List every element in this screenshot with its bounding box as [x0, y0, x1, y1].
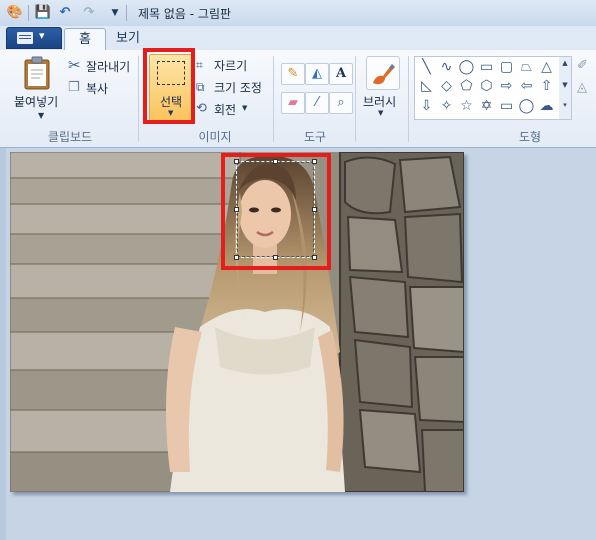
expand-gallery-icon[interactable]: ▾ [559, 101, 571, 109]
chevron-down-icon[interactable]: ▼ [242, 104, 247, 112]
color-picker-icon[interactable]: ⁄ [305, 92, 329, 114]
resize-handle[interactable] [234, 159, 239, 164]
diamond-shape-icon[interactable]: ◇ [437, 77, 456, 96]
eraser-icon[interactable]: ▰ [281, 92, 305, 114]
divider [126, 5, 127, 21]
scroll-down-icon[interactable]: ▼ [559, 81, 571, 89]
save-icon[interactable]: 💾 [34, 4, 52, 22]
resize-button[interactable]: 크기 조정 [214, 79, 262, 96]
resize-handle[interactable] [234, 207, 239, 212]
callout-oval-shape-icon[interactable]: ◯ [517, 97, 536, 116]
group-label-clipboard: 클립보드 [47, 130, 93, 144]
rotate-icon[interactable]: ⟲ [196, 101, 207, 117]
crop-icon[interactable]: ⌗ [196, 57, 203, 73]
rotate-button[interactable]: 회전 [214, 101, 236, 118]
divider [408, 56, 409, 142]
app-icon[interactable]: 🎨 [6, 4, 24, 22]
polygon-shape-icon[interactable]: ⏢ [517, 58, 536, 77]
scroll-up-icon[interactable]: ▲ [559, 59, 571, 67]
shapes-scrollbar[interactable]: ▲ ▼ ▾ [559, 56, 572, 120]
redo-icon[interactable]: ↷ [80, 4, 98, 22]
five-point-star-shape-icon[interactable]: ☆ [457, 97, 476, 116]
curve-shape-icon[interactable]: ∿ [437, 58, 456, 77]
title-bar: 🎨 💾 ↶ ↷ ▼ 제목 없음 - 그림판 [0, 0, 596, 27]
callout-rect-shape-icon[interactable]: ▭ [497, 97, 516, 116]
tab-view[interactable]: 보기 [108, 28, 148, 50]
resize-handle[interactable] [273, 255, 278, 260]
divider [138, 56, 139, 142]
outline-icon[interactable]: ✐ [577, 58, 588, 74]
chevron-down-icon[interactable]: ▼ [38, 108, 44, 124]
group-label-tools: 도구 [303, 130, 327, 144]
up-arrow-shape-icon[interactable]: ⇧ [537, 77, 556, 96]
window-title: 제목 없음 - 그림판 [138, 7, 232, 21]
pentagon-shape-icon[interactable]: ⬠ [457, 77, 476, 96]
six-point-star-shape-icon[interactable]: ✡ [477, 97, 496, 116]
selection-marquee[interactable] [236, 161, 315, 258]
shapes-gallery[interactable]: ╲ ∿ ◯ ▭ ▢ ⏢ △ ◺ ◇ ⬠ ⬡ ⇨ ⇦ ⇧ ⇩ ✧ ☆ ✡ ▭ ◯ … [414, 56, 561, 120]
resize-icon[interactable]: ⧉ [196, 79, 205, 95]
four-point-star-shape-icon[interactable]: ✧ [437, 97, 456, 116]
paste-icon[interactable] [22, 56, 52, 90]
right-triangle-shape-icon[interactable]: ◺ [417, 77, 436, 96]
scissors-icon[interactable]: ✂ [68, 57, 81, 73]
magnifier-icon[interactable]: ⌕ [329, 92, 353, 114]
crop-button[interactable]: 자르기 [214, 57, 247, 74]
group-label-image: 이미지 [198, 130, 232, 144]
divider [28, 5, 29, 21]
triangle-shape-icon[interactable]: △ [537, 58, 556, 77]
rounded-rectangle-shape-icon[interactable]: ▢ [497, 58, 516, 77]
resize-handle[interactable] [312, 255, 317, 260]
chevron-down-icon[interactable]: ▼ [378, 109, 383, 117]
file-menu-button[interactable]: ▾ [6, 27, 62, 49]
divider [355, 56, 356, 142]
workspace-edge [0, 148, 6, 540]
copy-icon[interactable]: ❐ [68, 80, 80, 96]
group-label-shapes: 도형 [518, 130, 542, 144]
menu-icon [17, 32, 33, 44]
pencil-icon[interactable]: ✎ [281, 63, 305, 85]
tab-home[interactable]: 홈 [64, 28, 106, 52]
rectangle-shape-icon[interactable]: ▭ [477, 58, 496, 77]
fill-shape-icon[interactable]: ◬ [577, 80, 587, 96]
brush-icon[interactable] [366, 56, 400, 90]
divider [273, 56, 274, 142]
text-icon[interactable]: A [329, 63, 353, 85]
resize-handle[interactable] [312, 159, 317, 164]
resize-handle[interactable] [234, 255, 239, 260]
resize-handle[interactable] [312, 207, 317, 212]
left-arrow-shape-icon[interactable]: ⇦ [517, 77, 536, 96]
copy-button[interactable]: 복사 [86, 80, 108, 97]
fill-icon[interactable]: ◭ [305, 63, 329, 85]
highlight-box [143, 48, 195, 124]
cut-button[interactable]: 잘라내기 [86, 58, 130, 75]
undo-icon[interactable]: ↶ [56, 4, 74, 22]
cloud-shape-icon[interactable]: ☁ [537, 97, 556, 116]
resize-handle[interactable] [273, 159, 278, 164]
hexagon-shape-icon[interactable]: ⬡ [477, 77, 496, 96]
customize-icon[interactable]: ▼ [106, 4, 124, 22]
brushes-label[interactable]: 브러시 [363, 93, 396, 110]
chevron-down-icon: ▾ [39, 29, 45, 42]
paste-button-label[interactable]: 붙여넣기 [14, 93, 58, 110]
line-shape-icon[interactable]: ╲ [417, 58, 436, 77]
oval-shape-icon[interactable]: ◯ [457, 58, 476, 77]
right-arrow-shape-icon[interactable]: ⇨ [497, 77, 516, 96]
down-arrow-shape-icon[interactable]: ⇩ [417, 97, 436, 116]
